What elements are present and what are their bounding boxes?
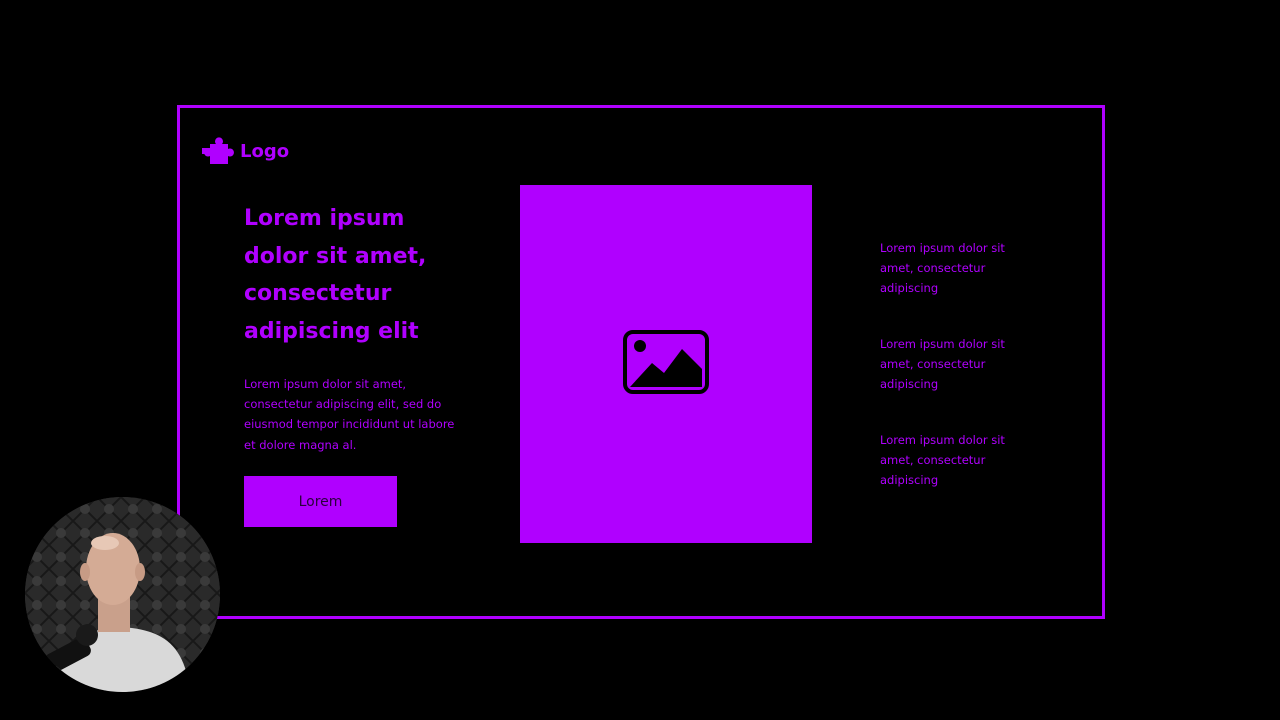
logo-text: Logo: [240, 140, 290, 162]
image-placeholder: [520, 185, 812, 543]
cta-button[interactable]: Lorem: [244, 476, 397, 527]
feature-text: Lorem ipsum dolor sit amet, consectetur …: [880, 337, 1005, 392]
puzzle-icon: [202, 136, 236, 166]
feature-text: Lorem ipsum dolor sit amet, consectetur …: [880, 241, 1005, 296]
video-frame: Logo Lorem ipsum dolor sit amet, consect…: [0, 0, 1280, 720]
feature-text: Lorem ipsum dolor sit amet, consectetur …: [880, 433, 1005, 488]
logo[interactable]: Logo: [202, 136, 289, 166]
presenter-image: [25, 497, 220, 692]
webcam-overlay: [25, 497, 220, 692]
wireframe-slide: Logo Lorem ipsum dolor sit amet, consect…: [177, 105, 1105, 619]
hero-headline: Lorem ipsum dolor sit amet, consectetur …: [244, 206, 427, 344]
hero-paragraph: Lorem ipsum dolor sit amet, consectetur …: [244, 377, 455, 452]
image-icon: [622, 329, 710, 399]
